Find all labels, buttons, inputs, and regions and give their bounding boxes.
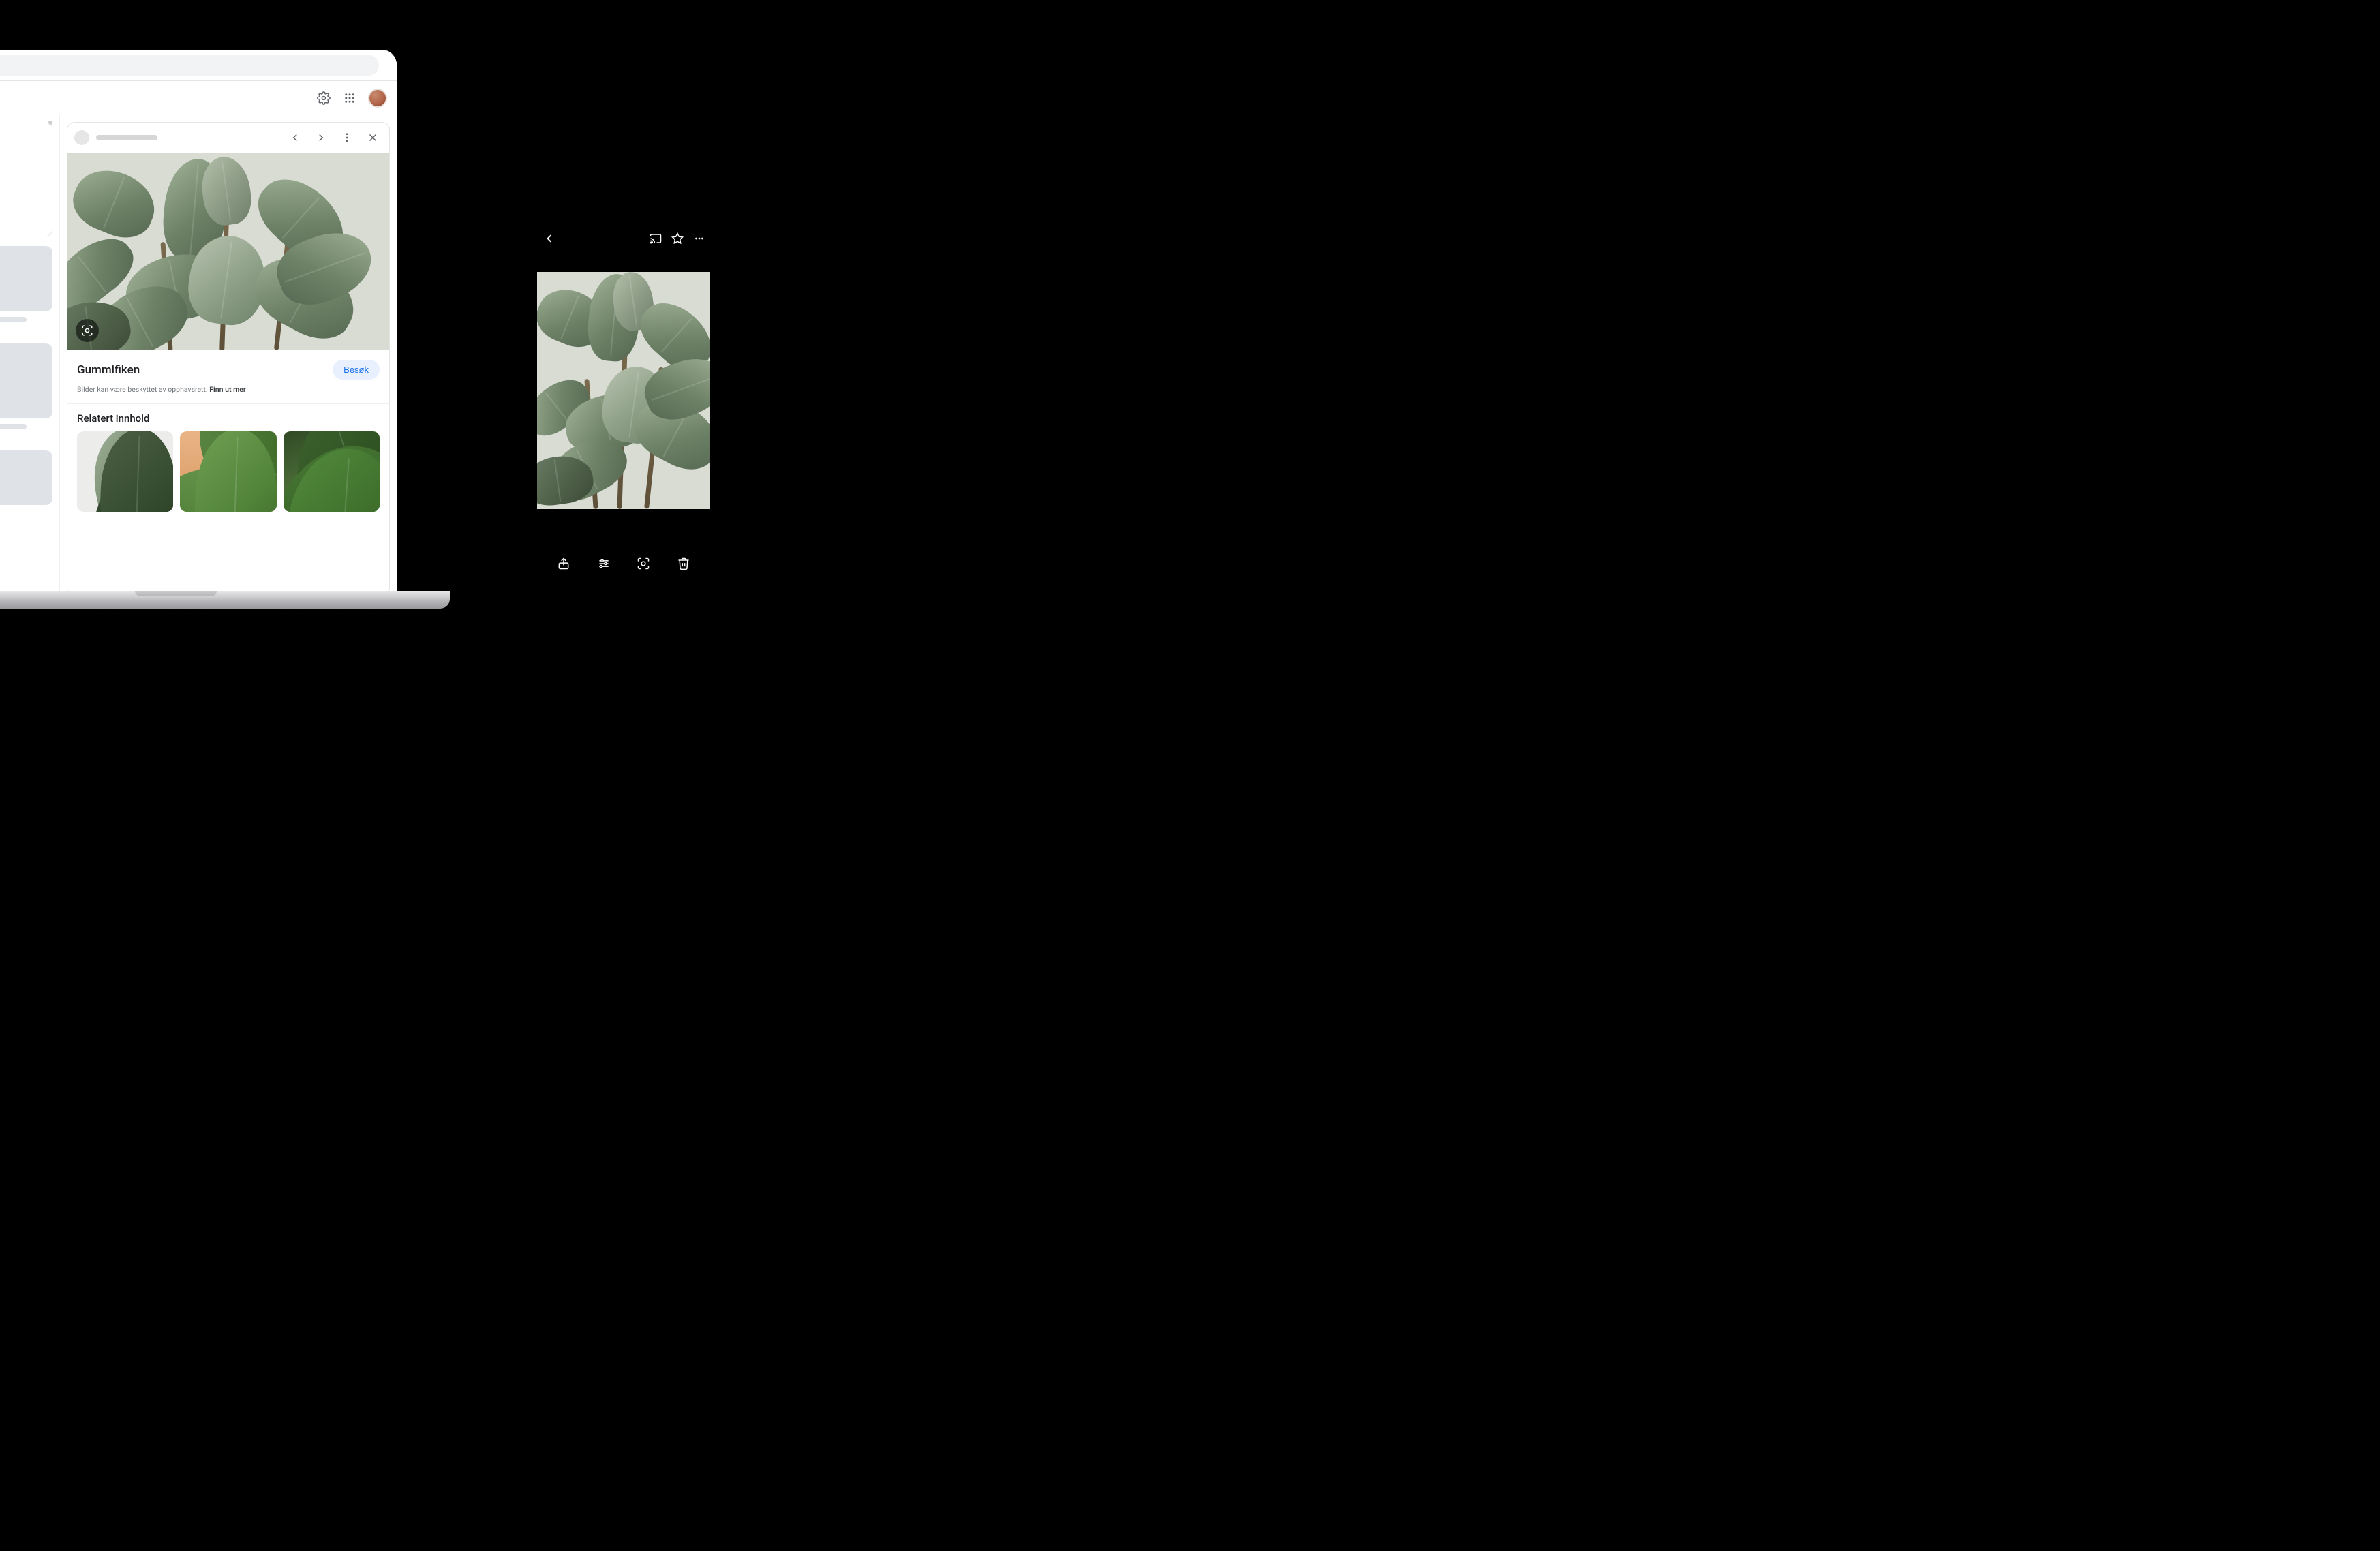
results-column	[0, 115, 60, 596]
next-image-button[interactable]	[311, 128, 331, 147]
copyright-notice: Bilder kan være beskyttet av opphavsrett…	[67, 382, 389, 404]
lens-icon[interactable]	[635, 555, 652, 572]
related-thumb[interactable]	[284, 431, 380, 512]
browser-omnibox-row	[0, 50, 397, 81]
source-avatar	[74, 130, 89, 145]
browser-topbar	[0, 81, 397, 115]
placeholder-line	[0, 317, 27, 322]
plant-illustration	[67, 153, 389, 350]
copyright-link[interactable]: Finn ut mer	[209, 385, 245, 394]
profile-avatar[interactable]	[368, 89, 387, 108]
apps-grid-icon[interactable]	[342, 91, 357, 106]
result-thumb[interactable]	[0, 450, 52, 505]
related-thumb[interactable]	[77, 431, 173, 512]
related-thumb[interactable]	[180, 431, 276, 512]
share-icon[interactable]	[555, 555, 572, 572]
cast-icon[interactable]	[649, 232, 662, 245]
result-thumb[interactable]	[0, 343, 52, 438]
laptop-mockup: Gummifiken Besøk Bilder kan være beskytt…	[0, 37, 409, 596]
previous-image-button[interactable]	[286, 128, 305, 147]
placeholder-line	[0, 424, 27, 429]
phone-topbar	[537, 228, 710, 249]
browser-screen: Gummifiken Besøk Bilder kan være beskytt…	[0, 50, 397, 596]
content-row: Gummifiken Besøk Bilder kan være beskytt…	[0, 115, 397, 596]
copyright-text: Bilder kan være beskyttet av opphavsrett…	[77, 385, 208, 394]
laptop-bezel: Gummifiken Besøk Bilder kan være beskytt…	[0, 37, 409, 596]
back-icon[interactable]	[543, 232, 556, 245]
detail-panel-column: Gummifiken Besøk Bilder kan være beskytt…	[60, 115, 397, 596]
overflow-dot	[48, 121, 52, 125]
detail-panel-header	[67, 123, 389, 153]
result-card[interactable]	[0, 121, 52, 236]
close-icon[interactable]	[363, 128, 382, 147]
more-options-icon[interactable]	[337, 128, 356, 147]
related-heading: Relatert innhold	[77, 412, 380, 425]
phone-bottombar	[537, 550, 710, 577]
trash-icon[interactable]	[675, 555, 692, 572]
browser-omnibox[interactable]	[0, 55, 379, 76]
settings-icon[interactable]	[316, 91, 331, 106]
laptop-base	[0, 591, 450, 609]
tune-icon[interactable]	[596, 555, 612, 572]
star-icon[interactable]	[671, 232, 684, 245]
related-section: Relatert innhold	[67, 404, 389, 512]
visit-button[interactable]: Besøk	[333, 360, 380, 380]
detail-panel: Gummifiken Besøk Bilder kan være beskytt…	[67, 122, 390, 596]
result-thumb[interactable]	[0, 246, 52, 331]
phone-photo[interactable]	[537, 272, 710, 509]
main-image[interactable]	[67, 153, 389, 350]
more-options-icon[interactable]	[692, 232, 706, 245]
lens-icon[interactable]	[76, 319, 99, 342]
image-meta-row: Gummifiken Besøk	[67, 350, 389, 382]
source-name-placeholder	[96, 135, 157, 140]
phone-mockup	[537, 228, 710, 584]
plant-illustration	[537, 272, 710, 509]
image-title: Gummifiken	[77, 363, 140, 377]
